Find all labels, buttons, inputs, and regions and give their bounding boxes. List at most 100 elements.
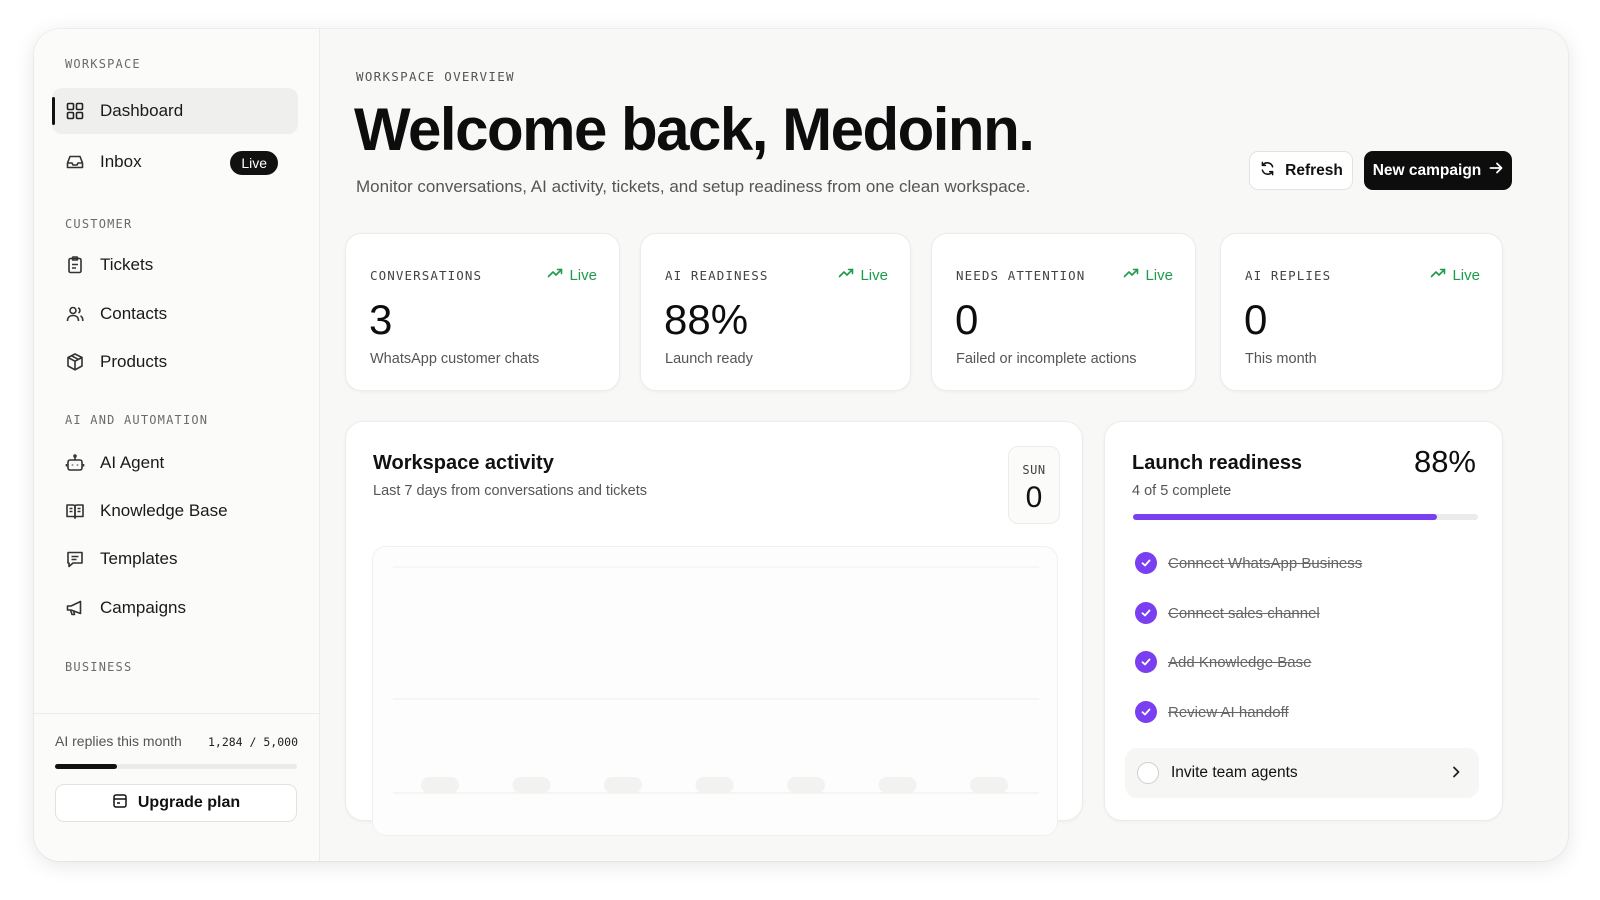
sidebar-item-knowledge-base[interactable]: Knowledge Base <box>52 488 298 534</box>
inbox-icon <box>65 152 85 172</box>
main-content: WORKSPACE OVERVIEW Welcome back, Medoinn… <box>320 29 1568 861</box>
stat-caption: Failed or incomplete actions <box>956 351 1137 367</box>
sidebar-item-label: Templates <box>100 549 178 568</box>
upgrade-plan-button[interactable]: Upgrade plan <box>55 784 297 822</box>
activity-chart <box>372 546 1058 836</box>
sidebar-item-label: Inbox <box>100 152 142 171</box>
checklist-item-label: Connect sales channel <box>1168 604 1320 622</box>
stat-value: 88% <box>664 296 749 343</box>
stat-value: 0 <box>1244 296 1268 343</box>
sidebar-item-campaigns[interactable]: Campaigns <box>52 585 298 631</box>
live-label: Live <box>1145 266 1173 284</box>
sidebar-item-products[interactable]: Products <box>52 339 298 385</box>
refresh-icon <box>1259 160 1276 182</box>
sidebar-item-tickets[interactable]: Tickets <box>52 242 298 288</box>
live-indicator: Live <box>1430 265 1480 285</box>
stat-value: 0 <box>955 296 979 343</box>
book-icon <box>65 501 85 521</box>
card-icon <box>112 793 128 814</box>
sidebar-item-label: Campaigns <box>100 598 186 617</box>
stat-label: AI REPLIES <box>1245 268 1332 283</box>
trending-up-icon <box>838 265 854 285</box>
stat-label: CONVERSATIONS <box>370 268 483 283</box>
check-icon <box>1135 602 1157 624</box>
app-window: WORKSPACE Dashboard Inbox Live CUSTOMER … <box>34 29 1568 861</box>
stat-card-ai-readiness: AI READINESS Live 88% Launch ready <box>640 233 911 391</box>
new-campaign-button[interactable]: New campaign <box>1364 151 1512 190</box>
sidebar-item-templates[interactable]: Templates <box>52 536 298 582</box>
trending-up-icon <box>547 265 563 285</box>
stat-caption: Launch ready <box>665 351 753 367</box>
message-icon <box>65 549 85 569</box>
usage-count: 1,284 / 5,000 <box>207 735 298 749</box>
check-icon <box>1135 552 1157 574</box>
refresh-label: Refresh <box>1285 161 1343 179</box>
checklist-item-label: Invite team agents <box>1171 764 1298 781</box>
page-eyebrow: WORKSPACE OVERVIEW <box>356 69 515 84</box>
live-label: Live <box>569 266 597 284</box>
stat-caption: WhatsApp customer chats <box>370 351 540 367</box>
stat-label: NEEDS ATTENTION <box>956 268 1086 283</box>
readiness-progress-bar <box>1133 514 1478 520</box>
day-value: 0 <box>1025 481 1043 514</box>
activity-bar <box>512 777 551 793</box>
trending-up-icon <box>1430 265 1446 285</box>
live-badge: Live <box>230 151 278 175</box>
sidebar-item-label: Products <box>100 352 168 371</box>
sidebar-item-label: AI Agent <box>100 453 165 472</box>
empty-circle-icon <box>1137 762 1159 784</box>
panel-title: Workspace activity <box>373 452 554 474</box>
activity-bar <box>695 777 734 793</box>
usage-progress-bar <box>55 764 297 769</box>
selected-day-indicator: SUN 0 <box>1008 446 1060 524</box>
readiness-summary: 4 of 5 complete <box>1132 483 1232 499</box>
section-label-ai: AI AND AUTOMATION <box>65 413 209 427</box>
activity-bar <box>787 777 825 793</box>
usage-progress-fill <box>55 764 118 769</box>
trending-up-icon <box>1123 265 1139 285</box>
page-title: Welcome back, Medoinn. <box>354 96 1035 163</box>
stat-card-ai-replies: AI REPLIES Live 0 This month <box>1220 233 1503 391</box>
section-label-customer: CUSTOMER <box>65 217 133 231</box>
sidebar-item-label: Dashboard <box>100 101 184 120</box>
day-name: SUN <box>1022 463 1046 477</box>
checklist-item-done: Connect WhatsApp Business <box>1135 552 1362 574</box>
sidebar-item-contacts[interactable]: Contacts <box>52 291 298 337</box>
panel-subtitle: Last 7 days from conversations and ticke… <box>373 483 648 499</box>
megaphone-icon <box>65 598 85 618</box>
checklist-item-done: Connect sales channel <box>1135 602 1320 624</box>
checklist-item-done: Review AI handoff <box>1135 701 1289 723</box>
checklist-item-label: Review AI handoff <box>1168 703 1289 721</box>
checklist-item-label: Add Knowledge Base <box>1168 653 1312 671</box>
stat-card-conversations: CONVERSATIONS Live 3 WhatsApp customer c… <box>345 233 620 391</box>
activity-bar <box>421 777 459 793</box>
stat-value: 3 <box>369 296 393 343</box>
activity-bar <box>970 777 1008 793</box>
launch-readiness-panel: Launch readiness 88% 4 of 5 complete Con… <box>1104 421 1503 821</box>
bot-icon <box>65 453 85 473</box>
sidebar-item-ai-agent[interactable]: AI Agent <box>52 440 298 486</box>
arrow-right-icon <box>1489 161 1503 180</box>
check-icon <box>1135 651 1157 673</box>
box-icon <box>65 352 85 372</box>
panel-title: Launch readiness <box>1132 452 1303 474</box>
usage-label: AI replies this month <box>55 733 182 749</box>
activity-bar <box>878 777 917 793</box>
sidebar-item-label: Contacts <box>100 304 168 323</box>
readiness-percent: 88% <box>1413 444 1476 479</box>
sidebar: WORKSPACE Dashboard Inbox Live CUSTOMER … <box>34 29 320 861</box>
activity-bar <box>604 777 642 793</box>
refresh-button[interactable]: Refresh <box>1249 151 1353 190</box>
check-icon <box>1135 701 1157 723</box>
sidebar-item-inbox[interactable]: Inbox Live <box>52 139 298 185</box>
checklist-item-invite-team-agents[interactable]: Invite team agents <box>1125 748 1479 798</box>
stat-caption: This month <box>1245 351 1317 367</box>
section-label-business: BUSINESS <box>65 660 133 674</box>
clipboard-icon <box>65 255 85 275</box>
sidebar-item-dashboard[interactable]: Dashboard <box>52 88 298 134</box>
checklist-item-label: Connect WhatsApp Business <box>1168 554 1363 572</box>
live-indicator: Live <box>547 265 597 285</box>
usage-panel: AI replies this month 1,284 / 5,000 Upgr… <box>34 713 320 861</box>
section-label-workspace: WORKSPACE <box>65 57 141 71</box>
new-campaign-label: New campaign <box>1372 161 1482 179</box>
